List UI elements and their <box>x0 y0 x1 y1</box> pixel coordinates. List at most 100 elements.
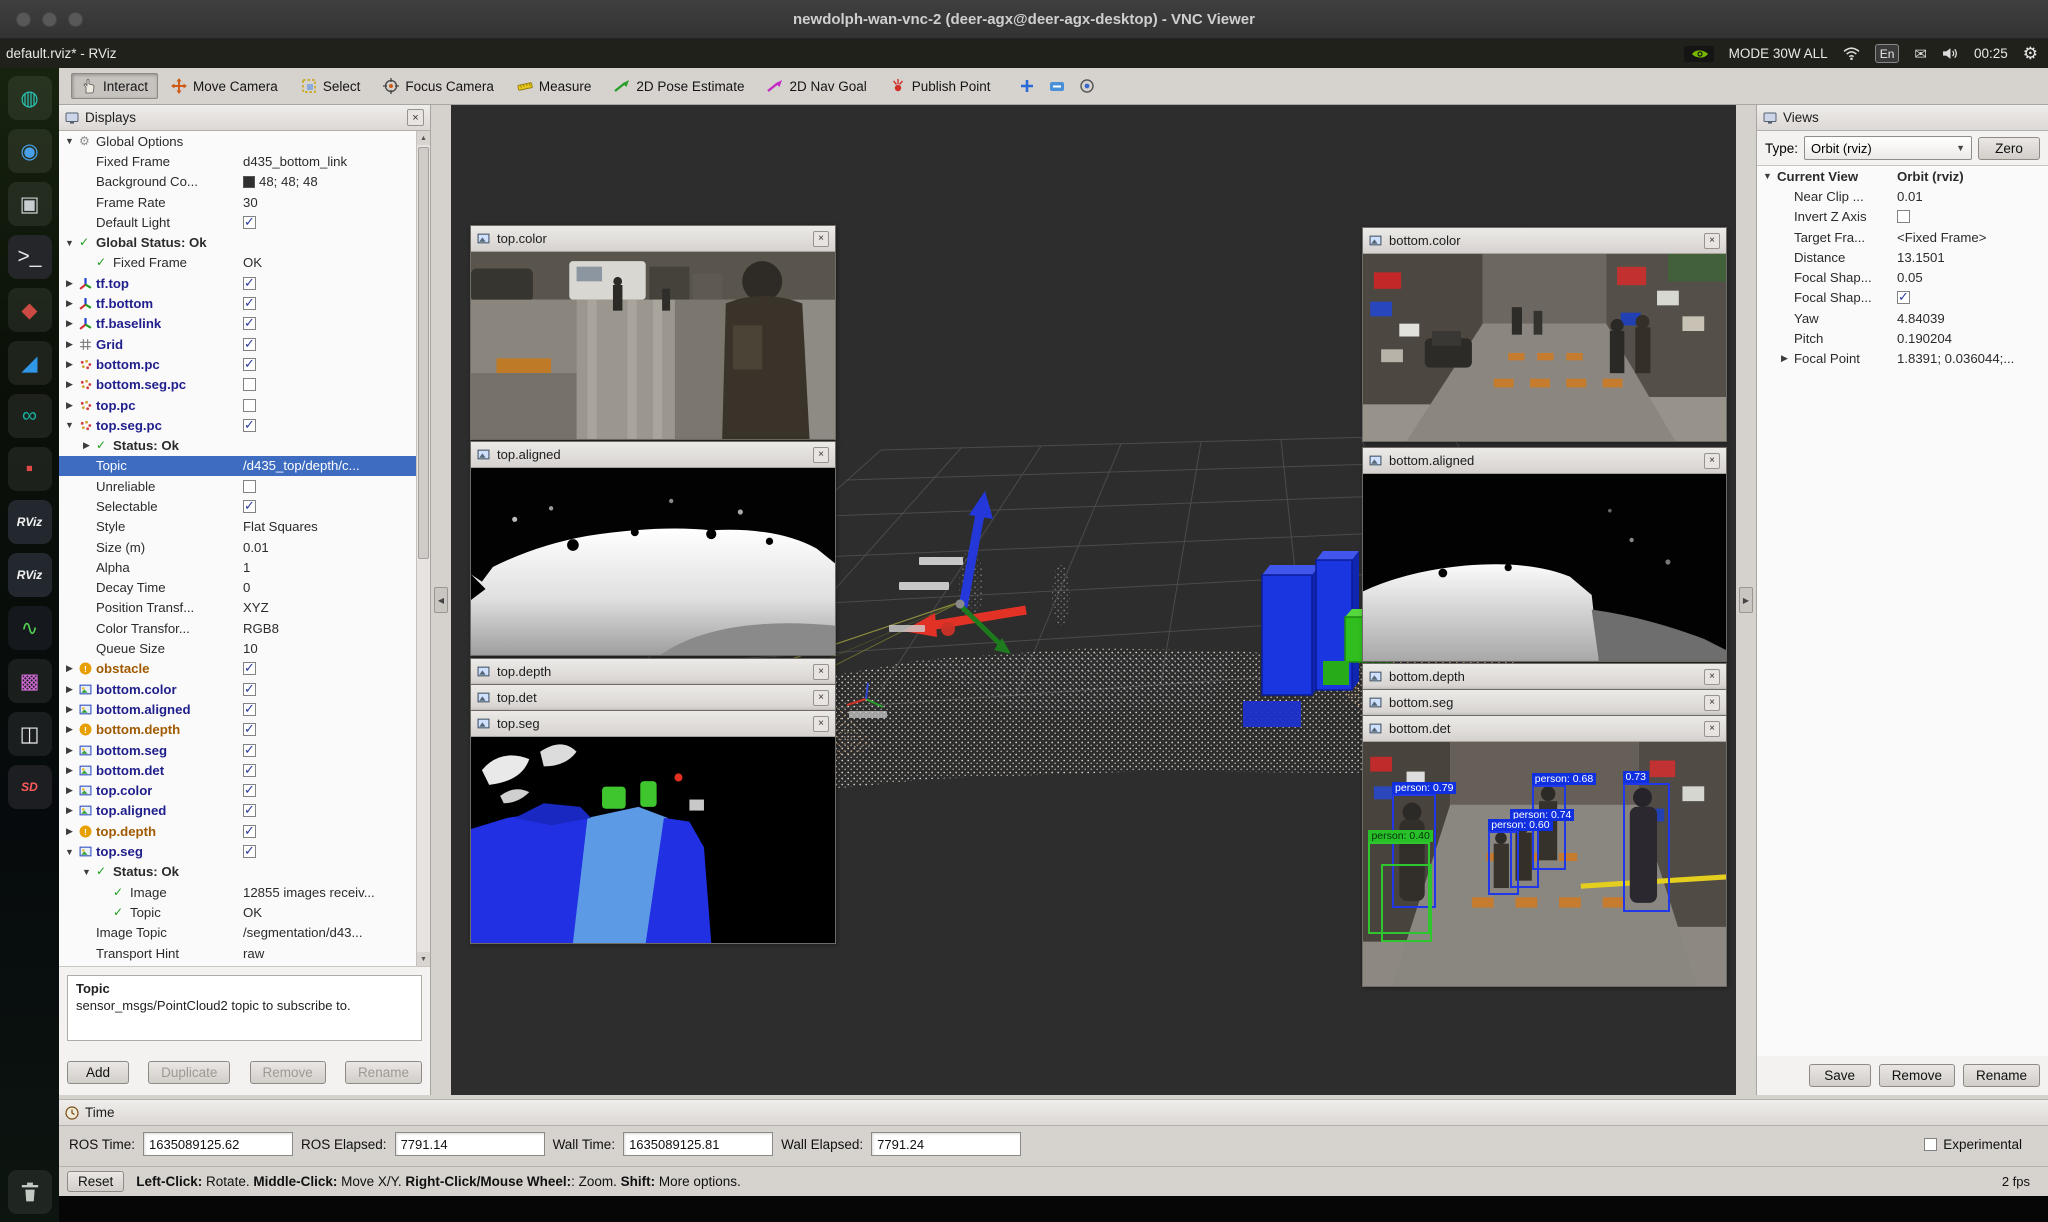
expander-icon[interactable]: ▶ <box>63 785 76 796</box>
view-type-dropdown[interactable]: Orbit (rviz) ▼ <box>1804 136 1972 160</box>
checkbox[interactable] <box>243 337 256 351</box>
tree-row[interactable]: Distance 13.1501 <box>1757 247 2048 267</box>
tree-row[interactable]: ▶ bottom.aligned <box>59 699 416 719</box>
left-splitter[interactable]: ◀ <box>431 105 451 1095</box>
dock-icon-arduino[interactable]: ∞ <box>7 394 52 438</box>
expander-icon[interactable]: ▼ <box>63 847 76 857</box>
right-splitter[interactable]: ▶ <box>1736 105 1756 1095</box>
views-panel-header[interactable]: Views <box>1757 105 2048 131</box>
tree-row[interactable]: ▶ tf.bottom <box>59 293 416 313</box>
close-window-button[interactable] <box>16 11 31 27</box>
tree-row[interactable]: ✓ Topic OK <box>59 902 416 922</box>
expander-icon[interactable]: ▼ <box>63 420 76 430</box>
checkbox[interactable] <box>1897 291 1910 305</box>
viewport[interactable]: top.color × top.aligned × top.depth × top.det ×… <box>451 105 1736 1095</box>
ros-elapsed-input[interactable]: 7791.14 <box>394 1132 545 1156</box>
tree-row[interactable]: ▶ bottom.seg <box>59 740 416 760</box>
checkbox[interactable] <box>243 357 256 371</box>
checkbox[interactable] <box>1897 210 1910 224</box>
tree-row[interactable]: Style Flat Squares <box>59 517 416 537</box>
close-icon[interactable]: × <box>813 715 829 732</box>
dock-icon-trash[interactable] <box>7 1170 52 1214</box>
dock-icon-vscode[interactable]: ◢ <box>7 341 52 385</box>
scroll-down-icon[interactable]: ▼ <box>417 952 430 966</box>
image-panel-titlebar[interactable]: bottom.aligned × <box>1363 448 1726 474</box>
tree-row[interactable]: ▼ ✓ Status: Ok <box>59 862 416 882</box>
expander-icon[interactable]: ▼ <box>63 136 76 146</box>
tree-row[interactable]: Fixed Frame d435_bottom_link <box>59 151 416 171</box>
checkbox[interactable] <box>243 763 256 777</box>
close-icon[interactable]: × <box>1704 694 1720 711</box>
expander-icon[interactable]: ▶ <box>63 704 76 715</box>
dock-icon-rviz-1[interactable]: RViz <box>7 500 52 544</box>
expander-icon[interactable]: ▶ <box>80 440 93 451</box>
tool-2d-nav-goal[interactable]: 2D Nav Goal <box>757 73 876 99</box>
checkbox[interactable] <box>243 702 256 716</box>
tree-row[interactable]: ✓ Fixed Frame OK <box>59 253 416 273</box>
checkbox[interactable] <box>243 479 256 493</box>
keyboard-layout-indicator[interactable]: En <box>1874 44 1900 63</box>
close-icon[interactable]: × <box>407 109 424 126</box>
wall-elapsed-input[interactable]: 7791.24 <box>871 1132 1022 1156</box>
tool-interact[interactable]: Interact <box>71 73 159 99</box>
scroll-up-icon[interactable]: ▲ <box>417 131 430 145</box>
expander-icon[interactable]: ▶ <box>63 745 76 756</box>
tree-row[interactable]: ▼ ✓ Global Status: Ok <box>59 232 416 252</box>
expander-icon[interactable]: ▶ <box>63 663 76 674</box>
image-panel-titlebar[interactable]: bottom.seg × <box>1363 690 1726 716</box>
tree-row[interactable]: ✓ Image 12855 images receiv... <box>59 882 416 902</box>
dock-icon-recorder[interactable]: ▪ <box>7 447 52 491</box>
tree-row[interactable]: ▶! top.depth <box>59 821 416 841</box>
tree-row[interactable]: Frame Rate 30 <box>59 192 416 212</box>
image-panel-titlebar[interactable]: top.aligned × <box>471 442 835 468</box>
expander-icon[interactable]: ▶ <box>63 724 76 735</box>
expander-icon[interactable]: ▶ <box>1778 353 1791 364</box>
tree-row[interactable]: Default Light <box>59 212 416 232</box>
tree-row[interactable]: ▶! obstacle <box>59 659 416 679</box>
tool-plus-button[interactable] <box>1019 78 1035 94</box>
dock-icon-browser[interactable]: ◉ <box>7 129 52 173</box>
tree-row[interactable]: Target Fra... <Fixed Frame> <box>1757 227 2048 247</box>
checkbox[interactable] <box>243 845 256 859</box>
tree-row[interactable]: ▼ top.seg <box>59 841 416 861</box>
tree-row[interactable]: ▼ top.seg.pc <box>59 415 416 435</box>
remove-button[interactable]: Remove <box>249 1061 326 1084</box>
ros-time-input[interactable]: 1635089125.62 <box>143 1132 294 1156</box>
tree-row[interactable]: Position Transf... XYZ <box>59 598 416 618</box>
tree-row[interactable]: Unreliable <box>59 476 416 496</box>
checkbox[interactable] <box>243 662 256 676</box>
tree-row[interactable]: ▼ Current View Orbit (rviz) <box>1757 166 2048 186</box>
remove-button[interactable]: Remove <box>1878 1064 1955 1087</box>
dock-icon-sd-card[interactable]: SD <box>7 765 52 809</box>
tool-dot-button[interactable] <box>1079 78 1095 94</box>
tool-minus-button[interactable] <box>1049 78 1065 94</box>
add-button[interactable]: Add <box>67 1061 129 1084</box>
displays-scrollbar[interactable]: ▲ ▼ <box>416 131 430 966</box>
tool-select[interactable]: Select <box>291 73 371 99</box>
tool-focus-camera[interactable]: Focus Camera <box>373 73 504 99</box>
image-panel-titlebar[interactable]: bottom.color × <box>1363 228 1726 254</box>
close-icon[interactable]: × <box>813 663 829 680</box>
wifi-icon[interactable] <box>1843 47 1860 60</box>
checkbox[interactable] <box>243 784 256 798</box>
tree-row[interactable]: Invert Z Axis <box>1757 207 2048 227</box>
zero-button[interactable]: Zero <box>1978 136 2040 160</box>
rename-button[interactable]: Rename <box>1962 1064 2040 1087</box>
save-button[interactable]: Save <box>1808 1064 1871 1087</box>
tree-row[interactable]: ▶ top.color <box>59 781 416 801</box>
tree-row[interactable]: Focal Shap... 0.05 <box>1757 267 2048 287</box>
expander-icon[interactable]: ▶ <box>63 298 76 309</box>
tree-row[interactable]: ▶ bottom.color <box>59 679 416 699</box>
checkbox[interactable] <box>243 297 256 311</box>
tree-row[interactable]: Size (m) 0.01 <box>59 537 416 557</box>
tree-row[interactable]: Decay Time 0 <box>59 578 416 598</box>
tree-row[interactable]: ▶ ✓ Status: Ok <box>59 435 416 455</box>
checkbox[interactable] <box>243 317 256 331</box>
checkbox[interactable] <box>243 682 256 696</box>
tree-row[interactable]: ▶ bottom.det <box>59 760 416 780</box>
expander-icon[interactable]: ▼ <box>63 238 76 248</box>
dock-icon-toolbox[interactable]: ◆ <box>7 288 52 332</box>
checkbox[interactable] <box>243 418 256 432</box>
checkbox[interactable] <box>243 276 256 290</box>
clock[interactable]: 00:25 <box>1974 46 2008 61</box>
